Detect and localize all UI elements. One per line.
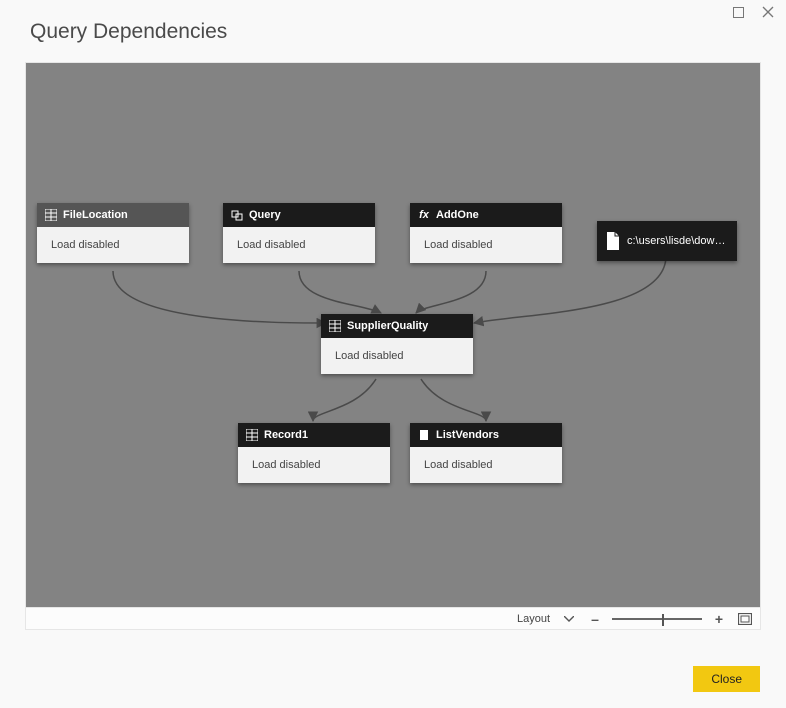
maximize-icon[interactable] bbox=[733, 7, 744, 18]
node-status: Load disabled bbox=[410, 227, 562, 263]
node-status: Load disabled bbox=[238, 447, 390, 483]
node-filelocation[interactable]: FileLocation Load disabled bbox=[37, 203, 189, 263]
node-status: Load disabled bbox=[321, 338, 473, 374]
table-icon bbox=[246, 429, 258, 441]
layout-label: Layout bbox=[517, 613, 550, 625]
zoom-in-button[interactable]: + bbox=[710, 610, 728, 628]
query-icon bbox=[231, 209, 243, 221]
node-title: Query bbox=[249, 209, 281, 221]
table-icon bbox=[45, 209, 57, 221]
node-status: Load disabled bbox=[223, 227, 375, 263]
table-icon bbox=[329, 320, 341, 332]
file-icon bbox=[605, 231, 621, 251]
zoom-slider[interactable] bbox=[612, 618, 702, 620]
node-title: ListVendors bbox=[436, 429, 499, 441]
zoom-out-button[interactable]: – bbox=[586, 610, 604, 628]
node-listvendors[interactable]: ListVendors Load disabled bbox=[410, 423, 562, 483]
node-record1[interactable]: Record1 Load disabled bbox=[238, 423, 390, 483]
node-title: Record1 bbox=[264, 429, 308, 441]
node-source-file[interactable]: c:\users\lisde\downloads... bbox=[597, 221, 737, 261]
status-bar: Layout – + bbox=[26, 607, 760, 629]
node-addone[interactable]: fx AddOne Load disabled bbox=[410, 203, 562, 263]
list-icon bbox=[418, 429, 430, 441]
dialog-title: Query Dependencies bbox=[30, 20, 227, 44]
dependency-canvas[interactable]: FileLocation Load disabled Query Load di… bbox=[26, 63, 760, 609]
node-title: AddOne bbox=[436, 209, 479, 221]
dialog-window: Query Dependencies bbox=[0, 0, 786, 708]
node-title: c:\users\lisde\downloads... bbox=[627, 235, 729, 247]
node-title: FileLocation bbox=[63, 209, 128, 221]
node-status: Load disabled bbox=[410, 447, 562, 483]
layout-dropdown-icon[interactable] bbox=[560, 610, 578, 628]
canvas-container: FileLocation Load disabled Query Load di… bbox=[25, 62, 761, 630]
node-supplierquality[interactable]: SupplierQuality Load disabled bbox=[321, 314, 473, 374]
node-title: SupplierQuality bbox=[347, 320, 428, 332]
zoom-slider-thumb[interactable] bbox=[662, 614, 664, 626]
close-button[interactable]: Close bbox=[693, 666, 760, 692]
node-status: Load disabled bbox=[37, 227, 189, 263]
node-query[interactable]: Query Load disabled bbox=[223, 203, 375, 263]
close-icon[interactable] bbox=[762, 6, 774, 18]
fit-to-screen-icon[interactable] bbox=[736, 610, 754, 628]
function-icon: fx bbox=[418, 209, 430, 221]
